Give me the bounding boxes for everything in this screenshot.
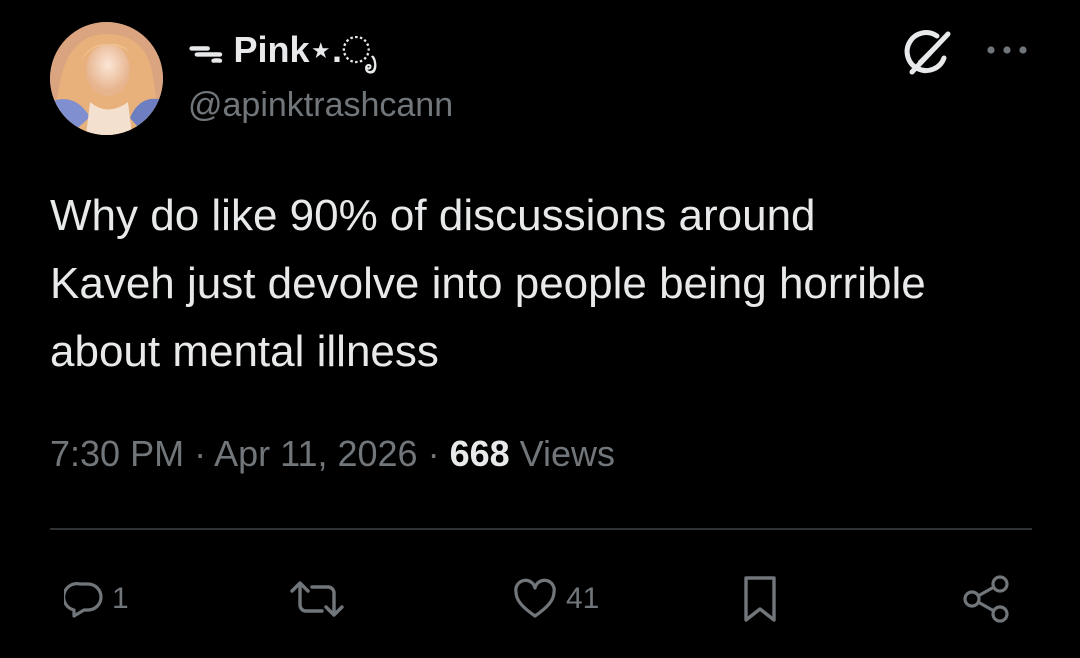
tweet-time[interactable]: 7:30 PM <box>50 433 184 474</box>
more-horizontal-icon[interactable] <box>985 40 1029 60</box>
anime-avatar-image <box>50 22 163 135</box>
like-count: 41 <box>566 582 600 615</box>
display-name[interactable]: ᯓ Pink⋆.ೃ <box>188 28 377 72</box>
bookmark-button[interactable] <box>738 574 782 624</box>
divider <box>50 528 1032 530</box>
bookmark-icon <box>744 576 776 622</box>
tweet-text: Why do like 90% of discussions around Ka… <box>50 191 926 376</box>
repost-icon <box>290 581 344 617</box>
views-count: 668 <box>449 433 510 474</box>
meta-separator: · <box>417 433 450 474</box>
tweet-meta: 7:30 PM · Apr 11, 2026 · 668 Views <box>50 430 615 478</box>
share-icon <box>963 575 1009 623</box>
reply-button[interactable]: 1 <box>64 574 129 624</box>
meta-separator: · <box>184 433 215 474</box>
share-button[interactable] <box>960 574 1014 624</box>
heart-icon <box>514 578 556 618</box>
reply-icon <box>64 582 103 618</box>
tweet-date[interactable]: Apr 11, 2026 <box>214 433 417 474</box>
avatar[interactable] <box>50 22 163 135</box>
grok-icon[interactable] <box>900 24 958 82</box>
views-label: Views <box>509 433 616 474</box>
like-button[interactable]: 41 <box>512 574 599 624</box>
repost-button[interactable] <box>284 574 358 624</box>
user-handle[interactable]: @apinktrashcann <box>188 84 453 126</box>
reply-count: 1 <box>112 582 129 615</box>
